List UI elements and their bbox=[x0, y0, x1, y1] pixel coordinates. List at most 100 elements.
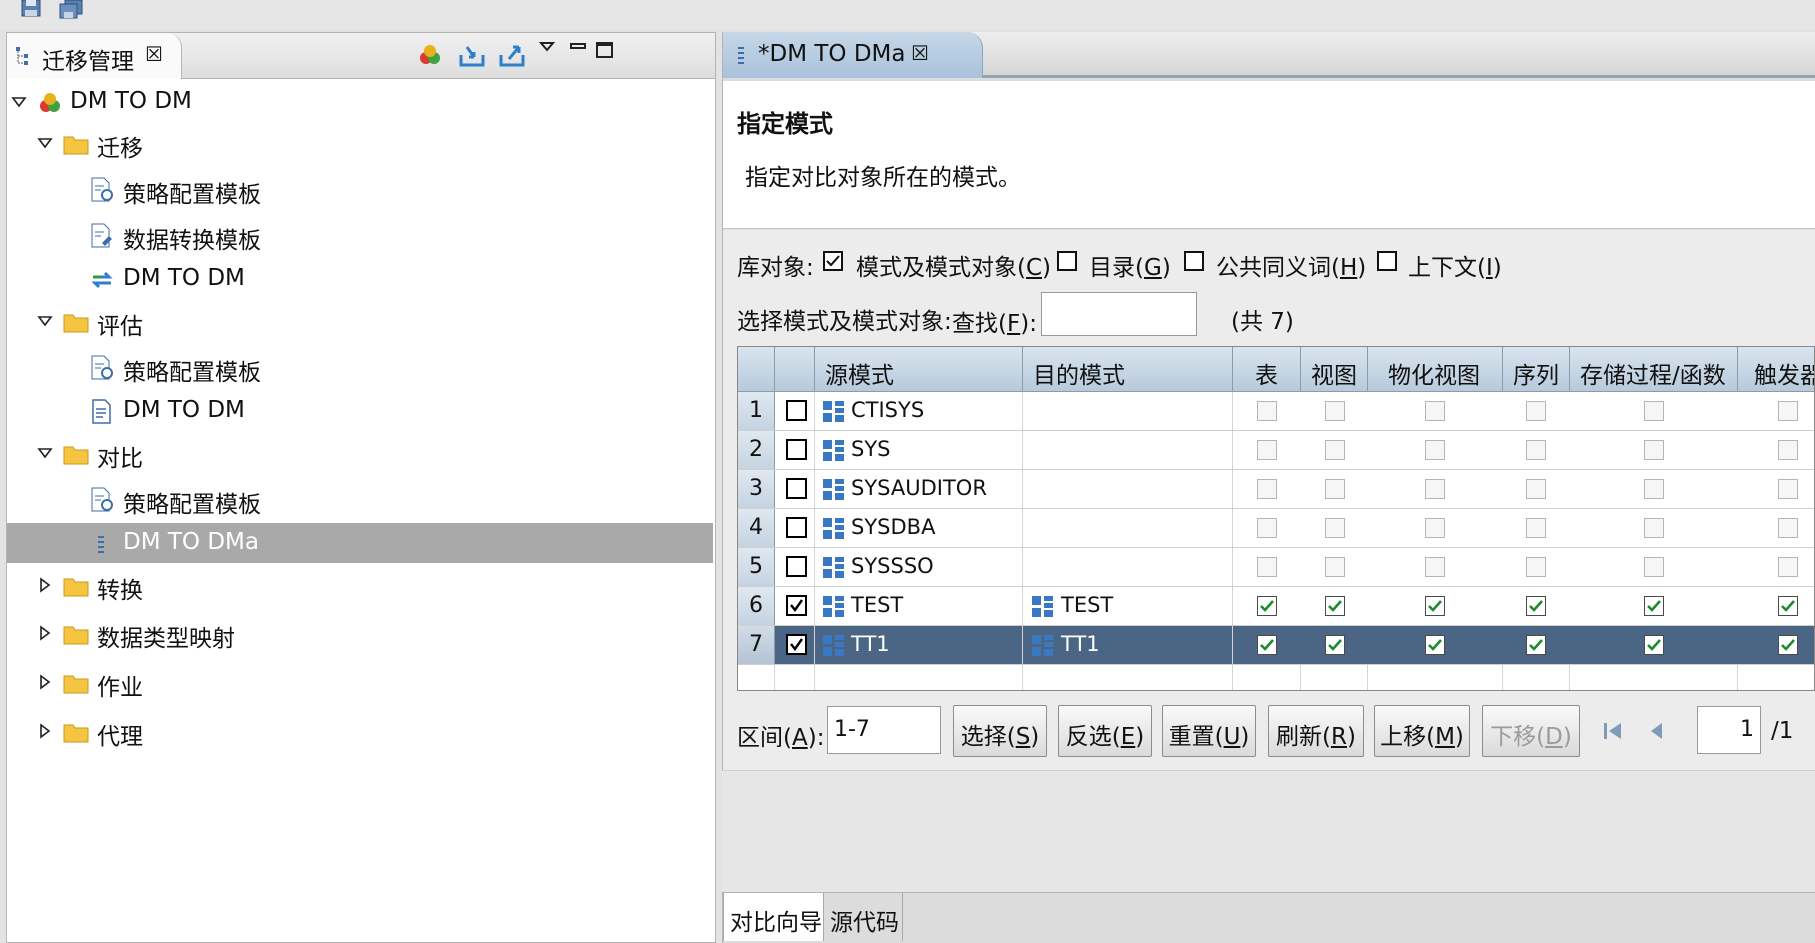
table-row[interactable]: 5 SYSSSO bbox=[738, 548, 1814, 587]
row-select-checkbox[interactable] bbox=[786, 478, 807, 499]
object-type-checkbox[interactable] bbox=[1778, 635, 1798, 655]
tab-dm-to-dma[interactable]: *DM TO DMa ☒ bbox=[723, 32, 983, 78]
target-schema-cell[interactable]: TT1 bbox=[1023, 626, 1233, 664]
view-menu-icon[interactable] bbox=[535, 41, 565, 71]
object-type-checkbox[interactable] bbox=[1526, 557, 1546, 577]
catalog-checkbox[interactable] bbox=[1057, 251, 1077, 271]
export-icon[interactable] bbox=[497, 41, 527, 71]
object-type-checkbox[interactable] bbox=[1526, 440, 1546, 460]
reset-button[interactable]: 重置(U) bbox=[1162, 705, 1256, 757]
table-row[interactable]: 6 TEST TEST bbox=[738, 587, 1814, 626]
table-row[interactable]: 4 SYSDBA bbox=[738, 509, 1814, 548]
connect-icon[interactable] bbox=[415, 41, 445, 71]
tree-item-jobs-folder[interactable]: 作业 bbox=[7, 662, 713, 702]
row-select-checkbox[interactable] bbox=[786, 595, 807, 616]
object-type-checkbox[interactable] bbox=[1526, 401, 1546, 421]
target-schema-cell[interactable] bbox=[1023, 509, 1233, 547]
target-schema-cell[interactable] bbox=[1023, 431, 1233, 469]
public-synonym-checkbox[interactable] bbox=[1184, 251, 1204, 271]
object-type-checkbox[interactable] bbox=[1644, 635, 1664, 655]
object-type-checkbox[interactable] bbox=[1644, 440, 1664, 460]
object-type-checkbox[interactable] bbox=[1778, 557, 1798, 577]
object-type-checkbox[interactable] bbox=[1257, 635, 1277, 655]
row-select-checkbox[interactable] bbox=[786, 634, 807, 655]
close-icon[interactable]: ☒ bbox=[145, 42, 163, 66]
previous-page-icon[interactable] bbox=[1646, 720, 1668, 742]
column-header-view[interactable]: 视图 bbox=[1301, 347, 1368, 392]
column-header-source[interactable]: 源模式 bbox=[815, 347, 1023, 392]
object-type-checkbox[interactable] bbox=[1425, 596, 1445, 616]
object-type-checkbox[interactable] bbox=[1325, 557, 1345, 577]
table-row[interactable]: 1 CTISYS bbox=[738, 392, 1814, 431]
row-select-checkbox[interactable] bbox=[786, 556, 807, 577]
target-schema-cell[interactable] bbox=[1023, 470, 1233, 508]
object-type-checkbox[interactable] bbox=[1257, 479, 1277, 499]
object-type-checkbox[interactable] bbox=[1425, 401, 1445, 421]
tree-item-datatype-mapping-folder[interactable]: 数据类型映射 bbox=[7, 613, 713, 653]
tab-migration-management[interactable]: 迁移管理 ☒ bbox=[7, 33, 182, 79]
row-select-checkbox[interactable] bbox=[786, 400, 807, 421]
column-header-sequence[interactable]: 序列 bbox=[1503, 347, 1570, 392]
object-type-checkbox[interactable] bbox=[1778, 401, 1798, 421]
context-checkbox[interactable] bbox=[1377, 251, 1397, 271]
object-type-checkbox[interactable] bbox=[1526, 518, 1546, 538]
object-type-checkbox[interactable] bbox=[1325, 401, 1345, 421]
minimize-icon[interactable] bbox=[565, 41, 595, 71]
tree-item-convert-folder[interactable]: 转换 bbox=[7, 565, 713, 605]
object-type-checkbox[interactable] bbox=[1257, 557, 1277, 577]
invert-button[interactable]: 反选(E) bbox=[1058, 705, 1152, 757]
tree-item-data-convert-template[interactable]: 数据转换模板 bbox=[7, 215, 713, 255]
import-icon[interactable] bbox=[457, 41, 487, 71]
object-type-checkbox[interactable] bbox=[1257, 518, 1277, 538]
page-number-input[interactable]: 1 bbox=[1697, 706, 1761, 754]
object-type-checkbox[interactable] bbox=[1778, 440, 1798, 460]
object-type-checkbox[interactable] bbox=[1644, 557, 1664, 577]
tree-item-strategy-template[interactable]: 策略配置模板 bbox=[7, 169, 713, 209]
row-select-checkbox[interactable] bbox=[786, 439, 807, 460]
close-icon[interactable]: ☒ bbox=[911, 41, 929, 65]
tree-item-dm-to-dm-project[interactable]: DM TO DM bbox=[7, 82, 713, 122]
tree-item-dm-to-dm-migration[interactable]: DM TO DM bbox=[7, 259, 713, 299]
column-header-trigger[interactable]: 触发器 bbox=[1738, 347, 1814, 392]
object-type-checkbox[interactable] bbox=[1257, 440, 1277, 460]
maximize-icon[interactable] bbox=[593, 41, 623, 71]
select-button[interactable]: 选择(S) bbox=[953, 705, 1047, 757]
object-type-checkbox[interactable] bbox=[1425, 479, 1445, 499]
object-type-checkbox[interactable] bbox=[1644, 518, 1664, 538]
object-type-checkbox[interactable] bbox=[1325, 479, 1345, 499]
column-header-mview[interactable]: 物化视图 bbox=[1368, 347, 1503, 392]
object-type-checkbox[interactable] bbox=[1644, 479, 1664, 499]
tree-item-migration-folder[interactable]: 迁移 bbox=[7, 123, 713, 163]
object-type-checkbox[interactable] bbox=[1425, 557, 1445, 577]
object-type-checkbox[interactable] bbox=[1526, 635, 1546, 655]
select-column-header[interactable] bbox=[775, 347, 815, 392]
target-schema-cell[interactable] bbox=[1023, 392, 1233, 430]
tree-item-dm-to-dm-evaluate[interactable]: DM TO DM bbox=[7, 391, 713, 431]
object-type-checkbox[interactable] bbox=[1325, 518, 1345, 538]
tree-item-strategy-template[interactable]: 策略配置模板 bbox=[7, 479, 713, 519]
object-type-checkbox[interactable] bbox=[1425, 518, 1445, 538]
column-header-table[interactable]: 表 bbox=[1233, 347, 1301, 392]
object-type-checkbox[interactable] bbox=[1778, 518, 1798, 538]
object-type-checkbox[interactable] bbox=[1644, 596, 1664, 616]
target-schema-cell[interactable]: TEST bbox=[1023, 587, 1233, 625]
object-type-checkbox[interactable] bbox=[1778, 479, 1798, 499]
tree-item-agent-folder[interactable]: 代理 bbox=[7, 711, 713, 751]
refresh-button[interactable]: 刷新(R) bbox=[1268, 705, 1364, 757]
object-type-checkbox[interactable] bbox=[1644, 401, 1664, 421]
save-icon[interactable] bbox=[20, 0, 50, 24]
tree-item-dm-to-dma[interactable]: DM TO DMa bbox=[7, 523, 713, 563]
target-schema-cell[interactable] bbox=[1023, 548, 1233, 586]
schema-objects-checkbox[interactable] bbox=[823, 251, 843, 271]
range-input[interactable]: 1-7 bbox=[827, 706, 941, 754]
object-type-checkbox[interactable] bbox=[1257, 401, 1277, 421]
table-row[interactable]: 3 SYSAUDITOR bbox=[738, 470, 1814, 509]
object-type-checkbox[interactable] bbox=[1526, 596, 1546, 616]
tree-item-evaluate-folder[interactable]: 评估 bbox=[7, 301, 713, 341]
move-up-button[interactable]: 上移(M) bbox=[1374, 705, 1470, 757]
table-row[interactable]: 2 SYS bbox=[738, 431, 1814, 470]
first-page-icon[interactable] bbox=[1602, 720, 1624, 742]
tree-item-strategy-template[interactable]: 策略配置模板 bbox=[7, 347, 713, 387]
save-all-icon[interactable] bbox=[58, 0, 88, 24]
object-type-checkbox[interactable] bbox=[1425, 635, 1445, 655]
